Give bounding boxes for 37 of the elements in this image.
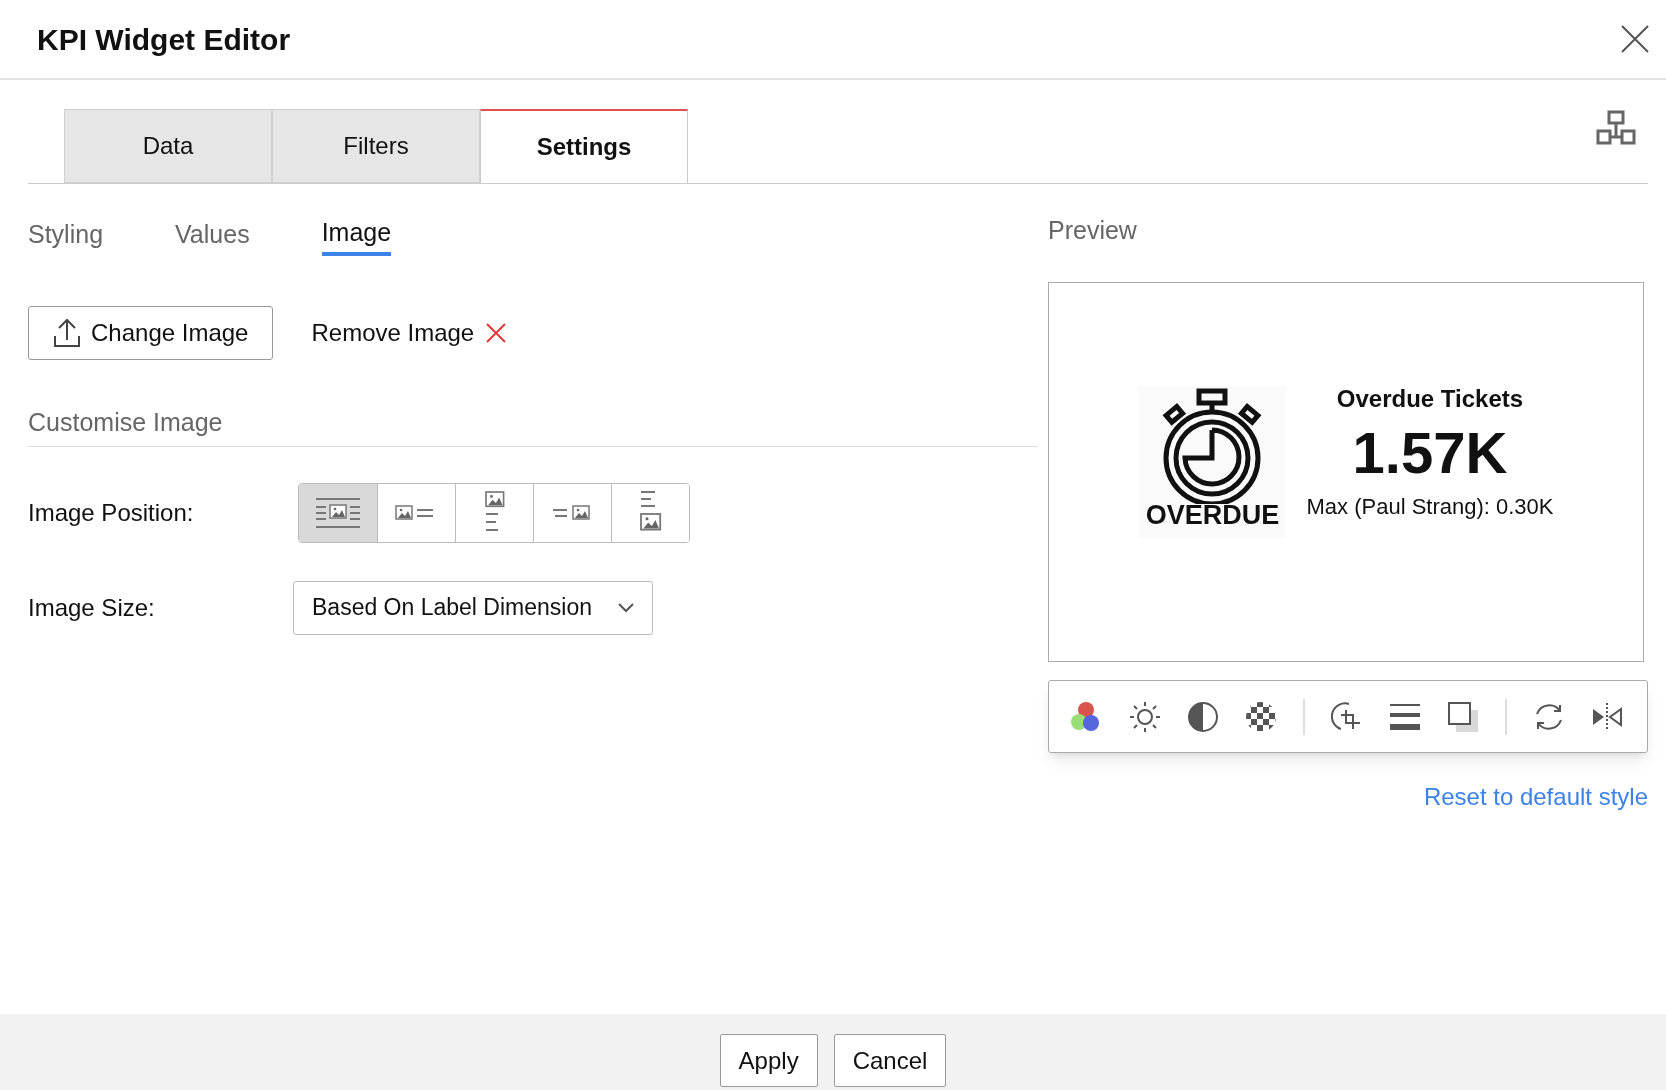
apply-button[interactable]: Apply [719,1034,818,1087]
tab[interactable]: Settings [480,109,688,183]
subtab[interactable]: Styling [28,212,104,256]
layout-icon [316,497,360,528]
window-title: KPI Widget Editor [37,21,291,58]
reset-link[interactable]: Reset to default style [1423,779,1648,815]
field-label: Image Size: [28,592,156,623]
close-icon [486,323,507,343]
position-option[interactable] [611,483,689,542]
tab[interactable]: Filters [272,109,480,183]
kpi-subtitle: Max (Paul Strang): 0.30K [1306,492,1554,521]
size-dropdown[interactable]: Based On Label Dimension [293,580,653,635]
field-label: Image Position: [28,497,195,528]
change-image-button[interactable]: Change Image [28,306,274,360]
checkerboard-icon[interactable] [1245,700,1277,733]
hierarchy-icon[interactable] [1596,110,1636,146]
cancel-button[interactable]: Cancel [833,1034,947,1087]
shadow-box-icon[interactable] [1447,700,1479,733]
crop-rotate-icon[interactable] [1331,700,1363,733]
subtab[interactable]: Values [175,212,250,256]
close-icon[interactable] [1621,25,1649,53]
refresh-icon[interactable] [1533,701,1565,732]
position-option[interactable] [299,483,377,542]
section-title: Customise Image [28,404,1038,447]
subtab[interactable]: Image [321,212,392,256]
flip-icon[interactable] [1591,701,1623,732]
upload-icon [53,318,81,348]
remove-image-button[interactable]: Remove Image [311,315,507,351]
preview-title: Preview [1048,215,1138,246]
kpi-value: 1.57K [1352,419,1508,488]
kpi-title: Overdue Tickets [1336,384,1524,415]
tab[interactable]: Data [64,109,272,183]
image-caption: OVERDUE [1145,502,1280,529]
chevron-down-icon [618,602,634,613]
contrast-icon[interactable] [1187,700,1219,733]
line-weight-icon[interactable] [1389,702,1421,731]
brightness-icon[interactable] [1129,700,1161,733]
